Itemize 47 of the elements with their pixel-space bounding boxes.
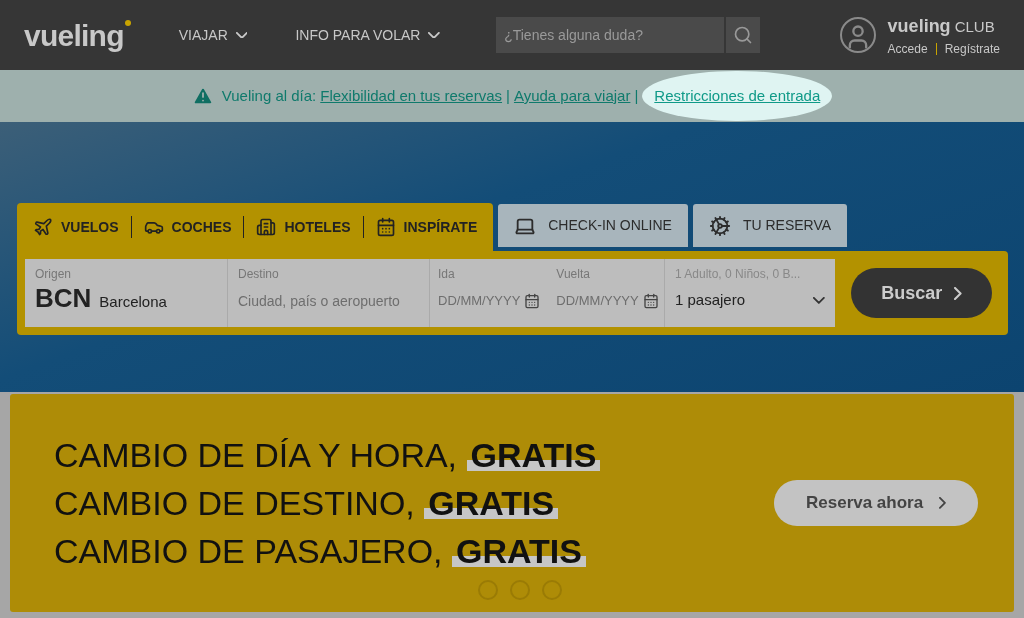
separator: | <box>634 85 639 106</box>
city-name: Barcelona <box>99 292 167 312</box>
separator: | <box>506 85 510 106</box>
chevron-icon <box>235 31 248 39</box>
product-icon <box>375 217 396 237</box>
nav-menu[interactable]: INFO PARA VOLAR <box>295 24 441 46</box>
product-icon <box>256 217 277 237</box>
search-button[interactable] <box>726 17 761 53</box>
search-submit-button[interactable]: Buscar <box>851 268 992 318</box>
warning-icon <box>191 85 214 107</box>
chevron-icon <box>428 31 441 39</box>
club-logo: vueling <box>887 14 951 38</box>
airport-code: BCN <box>35 283 92 313</box>
field-label: Destino <box>238 266 280 283</box>
account-link[interactable]: Regístrate <box>944 39 1000 58</box>
destination-input[interactable]: Ciudad, país o aeropuerto <box>238 291 419 312</box>
chevron-icon <box>939 497 946 509</box>
club-label: CLUB <box>954 16 995 37</box>
alert-link[interactable]: Restricciones de entrada <box>642 70 833 122</box>
account-link[interactable]: Accede <box>887 39 928 58</box>
reserve-button[interactable]: Reserva ahora <box>774 480 978 526</box>
calendar-icon <box>524 292 541 309</box>
product-icon <box>33 217 53 237</box>
service-tab[interactable]: CHECK-IN ONLINE <box>498 204 688 247</box>
logo[interactable]: vueling <box>24 12 124 58</box>
calendar-icon <box>642 292 659 309</box>
product-tab[interactable]: HOTELES <box>256 216 351 238</box>
origin-field[interactable]: Origen BCN Barcelona <box>25 259 228 327</box>
product-tab[interactable]: COCHES <box>143 216 232 238</box>
logo-dot-icon <box>124 20 131 26</box>
alert-label: Vueling al día: <box>221 85 317 106</box>
service-tab[interactable]: TU RESERVA <box>692 204 848 247</box>
avatar[interactable] <box>839 17 876 53</box>
field-label: Ida <box>438 266 456 283</box>
field-label: Origen <box>35 266 73 283</box>
chevron-icon <box>954 286 962 300</box>
product-tab[interactable]: INSPÍRATE <box>375 216 478 238</box>
chevron-icon <box>813 296 825 304</box>
field-label: Vuelta <box>556 266 591 283</box>
search-icon <box>733 25 754 45</box>
date-placeholder: DD/MM/YYYY <box>556 292 639 310</box>
date-field[interactable]: Ida DD/MM/YYYY <box>430 259 549 327</box>
product-tab[interactable]: VUELOS <box>33 216 119 238</box>
date-placeholder: DD/MM/YYYY <box>438 292 521 310</box>
passenger-count: 1 pasajero <box>675 290 746 310</box>
nav-menu[interactable]: VIAJAR <box>178 24 248 46</box>
date-field[interactable]: Vuelta DD/MM/YYYY <box>548 259 667 327</box>
